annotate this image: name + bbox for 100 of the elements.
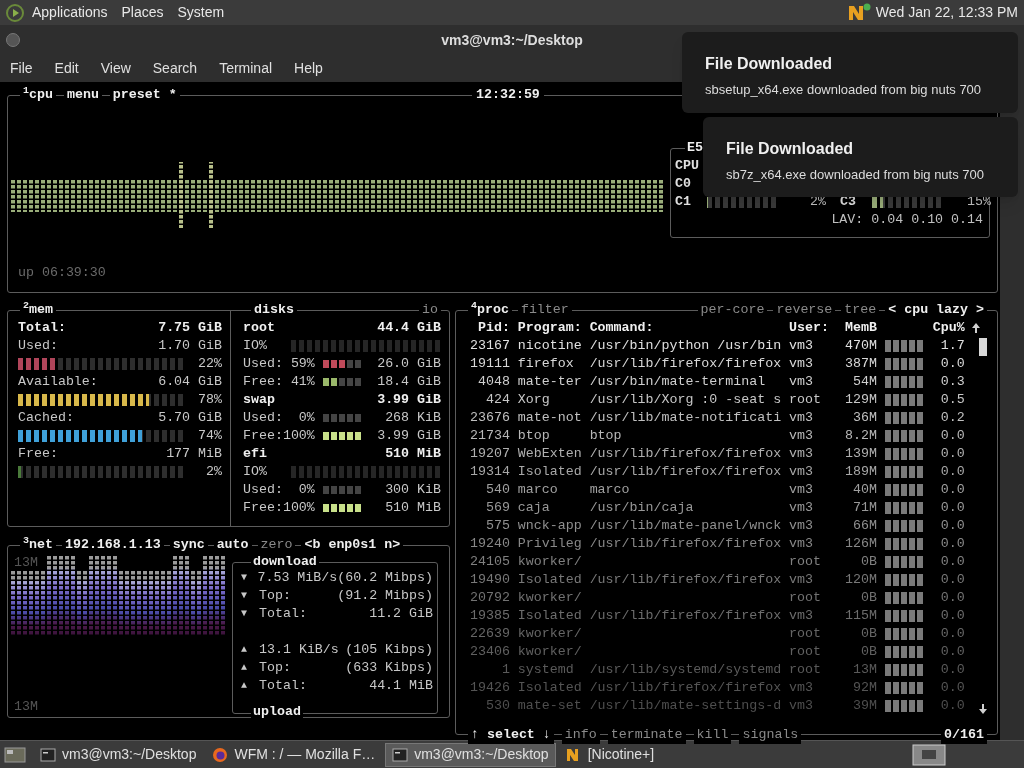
cpu-graph-column xyxy=(569,180,573,212)
process-program-cell-text: btop xyxy=(517,427,551,445)
stat-value: (91.2 Mibps) xyxy=(336,587,433,605)
disk-usage-label: Free: 41% xyxy=(243,373,316,391)
footer-command[interactable]: kill xyxy=(693,726,732,744)
network-graph-column xyxy=(11,570,15,636)
cpu-graph-column xyxy=(479,180,483,212)
cpu-graph-column xyxy=(647,180,651,212)
cpu-graph-column xyxy=(437,180,441,212)
process-pid-cell-text: 424 xyxy=(484,391,510,409)
panel-menu[interactable]: System xyxy=(177,2,225,23)
cpu-graph-column xyxy=(161,180,165,212)
process-cpu-cell-text: 0.3 xyxy=(939,373,965,391)
scrollbar-thumb[interactable] xyxy=(979,338,987,356)
panel-menu[interactable]: Places xyxy=(121,2,164,23)
footer-command[interactable]: terminate xyxy=(607,726,686,744)
cpu-graph-column xyxy=(29,180,33,212)
process-program-cell: kworker/ xyxy=(517,553,582,571)
process-user-cell-text: vm3 xyxy=(789,337,815,355)
memory-graph-drawing xyxy=(884,574,923,586)
panel-title[interactable]: $^{1}$cpu xyxy=(20,86,56,104)
stat-value: 44.1 MiB xyxy=(368,677,433,695)
process-user-cell-text: vm3 xyxy=(789,679,815,697)
process-command-cell: /usr/lib/firefox/firefox xyxy=(589,445,782,463)
cpu-graph-column xyxy=(473,180,477,212)
process-pid-cell-text: 575 xyxy=(484,517,510,535)
memory-graph-drawing xyxy=(884,358,923,370)
cpu-graph-column xyxy=(203,180,207,212)
disk-usage-label: Used: 59% xyxy=(243,355,316,373)
panel-menu[interactable]: Applications xyxy=(32,2,108,23)
process-command-cell-text: /usr/bin/mate-terminal xyxy=(589,373,767,391)
cpu-graph-column xyxy=(611,180,615,212)
process-pid-cell-text: 19207 xyxy=(468,445,510,463)
network-graph-column xyxy=(23,570,27,636)
panel-clock[interactable]: Wed Jan 22, 12:33 PM xyxy=(875,2,1018,23)
menu-item[interactable]: View xyxy=(100,58,131,79)
notification-card[interactable]: File Downloaded sbsetup_x64.exe downloaded from big nuts 700 xyxy=(682,32,1018,113)
cpu-graph-column xyxy=(209,162,213,228)
column-header: Cpu% xyxy=(931,319,965,337)
disk-usage-value: 300 KiB xyxy=(384,481,441,499)
footer-command[interactable]: signals xyxy=(739,726,802,744)
process-command-cell: /usr/lib/firefox/firefox xyxy=(589,607,782,625)
memory-value: 1.70 GiB xyxy=(158,337,222,355)
cpu-graph-column xyxy=(125,180,129,212)
cpu-graph-column xyxy=(533,180,537,212)
process-program-cell: kworker/ xyxy=(517,625,582,643)
cpu-graph-column xyxy=(563,180,567,212)
process-pid-cell-text: 569 xyxy=(484,499,510,517)
process-cpu-cell-text: 0.2 xyxy=(939,409,965,427)
panel-tab[interactable]: preset * xyxy=(109,86,180,104)
cpu-graph-column xyxy=(401,180,405,212)
footer-command[interactable]: info xyxy=(561,726,600,744)
taskbar-button[interactable]: [Nicotine+] xyxy=(559,742,661,767)
stat-label: 7.53 MiB/s xyxy=(257,569,338,587)
disk-meter xyxy=(323,432,363,440)
process-cpu-cell-text: 0.0 xyxy=(939,643,965,661)
network-graph-column xyxy=(125,570,129,636)
network-graph-column xyxy=(77,570,81,636)
notification-card[interactable]: File Downloaded sb7z_x64.exe downloaded from big nuts 700 xyxy=(703,117,1018,197)
menu-item[interactable]: Edit xyxy=(54,58,79,79)
cpu-graph-column xyxy=(143,180,147,212)
menu-item[interactable]: Help xyxy=(294,58,323,79)
memory-value: 177 MiB xyxy=(166,445,222,463)
process-cpu-cell-text: 0.0 xyxy=(939,625,965,643)
arrow-icon: ▼ xyxy=(241,605,259,623)
cpu-graph-column xyxy=(11,180,15,212)
cpu-graph-column xyxy=(173,180,177,212)
taskbar-button[interactable]: vm3@vm3:~/Desktop xyxy=(385,742,556,767)
cpu-graph-column xyxy=(353,180,357,212)
panel-title[interactable]: $^{4}$proc xyxy=(468,301,512,319)
process-user-cell-text: vm3 xyxy=(789,427,815,445)
menu-item[interactable]: File xyxy=(10,58,33,79)
arrow-icon: ▲ xyxy=(241,641,259,659)
process-mem-cell-text: 189M xyxy=(843,463,877,481)
terminal-icon xyxy=(40,746,56,763)
taskbar-button[interactable]: WFM : / — Mozilla F… xyxy=(206,742,382,767)
process-cpu-cell-text: 0.0 xyxy=(939,607,965,625)
cpu-graph-column xyxy=(167,180,171,212)
network-graph-column xyxy=(29,570,33,636)
cpu-graph-column xyxy=(509,180,513,212)
process-pid-cell-text: 19240 xyxy=(468,535,510,553)
cpu-graph-column xyxy=(281,180,285,212)
taskbar-button[interactable]: vm3@vm3:~/Desktop xyxy=(34,742,203,767)
cpu-graph-column xyxy=(59,180,63,212)
process-count[interactable]: 0/161 xyxy=(941,726,987,744)
process-command-cell: /usr/lib/firefox/firefox xyxy=(589,571,782,589)
cpu-graph-column xyxy=(551,180,555,212)
menu-item[interactable]: Search xyxy=(152,58,198,79)
menu-item[interactable]: Terminal xyxy=(219,58,273,79)
footer-command[interactable]: ↑ select ↓ xyxy=(468,726,554,744)
process-mem-cell-text: 470M xyxy=(843,337,877,355)
memory-graph-drawing xyxy=(884,700,923,712)
process-cpu-cell-text: 0.0 xyxy=(939,517,965,535)
scale-label: 13M xyxy=(14,554,38,572)
process-cpu-cell-text: 0.0 xyxy=(939,679,965,697)
panel-tab[interactable]: <b enp0s1 n> xyxy=(301,536,404,554)
cpu-graph-column xyxy=(491,180,495,212)
panel-tab[interactable]: < cpu lazy > xyxy=(885,301,987,319)
cpu-graph-column xyxy=(407,180,411,212)
cpu-graph-column xyxy=(251,180,255,212)
